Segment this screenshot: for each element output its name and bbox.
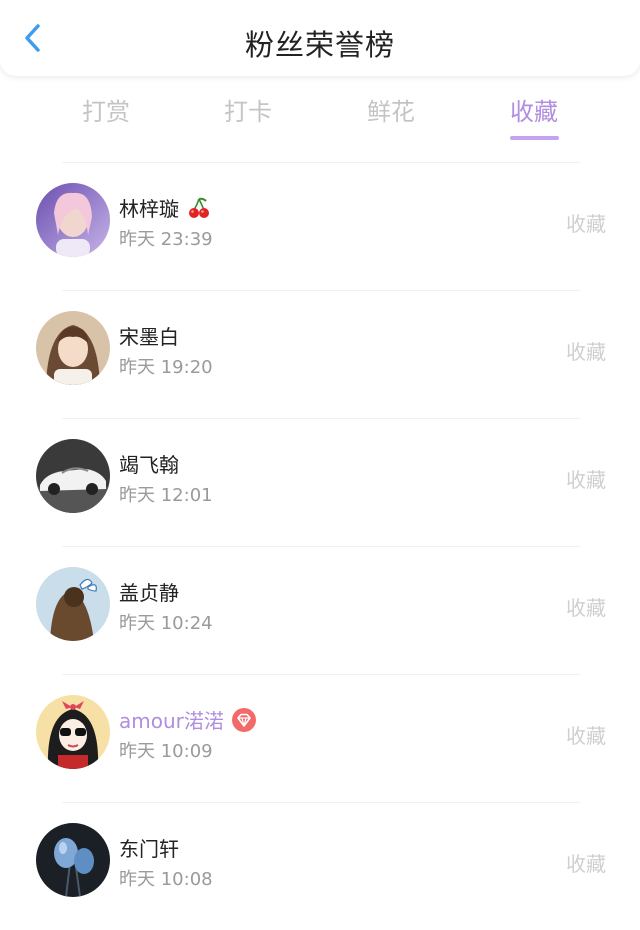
favorite-label[interactable]: 收藏 — [566, 464, 606, 493]
tab-reward[interactable]: 打赏 — [61, 92, 151, 127]
list-item[interactable]: 林梓璇 昨天 23:39 收藏 — [0, 163, 640, 290]
tab-checkin[interactable]: 打卡 — [203, 92, 293, 127]
favorite-label[interactable]: 收藏 — [566, 208, 606, 237]
user-name: 盖贞静 — [119, 581, 179, 605]
tab-favorites[interactable]: 收藏 — [489, 92, 579, 127]
list-item[interactable]: 东门轩 昨天 10:08 收藏 — [0, 803, 640, 930]
timestamp: 昨天 19:20 — [119, 357, 213, 378]
favorite-label[interactable]: 收藏 — [566, 336, 606, 365]
fan-list: 林梓璇 昨天 23:39 收藏 宋墨白 昨天 19:20 收藏 竭飞翰 昨天 1… — [0, 162, 640, 930]
timestamp: 昨天 12:01 — [119, 485, 213, 506]
favorite-label[interactable]: 收藏 — [566, 592, 606, 621]
avatar[interactable] — [36, 439, 110, 513]
user-name: 东门轩 — [119, 837, 179, 861]
list-item[interactable]: 盖贞静 昨天 10:24 收藏 — [0, 547, 640, 674]
tab-flowers[interactable]: 鲜花 — [346, 92, 436, 127]
timestamp: 昨天 10:09 — [119, 741, 213, 762]
cherry-icon — [187, 196, 211, 220]
page-title: 粉丝荣誉榜 — [244, 28, 395, 62]
avatar[interactable] — [36, 823, 110, 897]
list-item[interactable]: amour渃渃 昨天 10:09 收藏 — [0, 675, 640, 802]
user-name: 宋墨白 — [119, 325, 179, 349]
timestamp: 昨天 10:24 — [119, 613, 213, 634]
favorite-label[interactable]: 收藏 — [566, 848, 606, 877]
user-name: 林梓璇 — [119, 193, 211, 222]
avatar[interactable] — [36, 311, 110, 385]
avatar[interactable] — [36, 567, 110, 641]
top-bar: 粉丝荣誉榜 — [0, 0, 640, 76]
active-tab-indicator — [510, 136, 559, 140]
timestamp: 昨天 23:39 — [119, 229, 213, 250]
list-item[interactable]: 竭飞翰 昨天 12:01 收藏 — [0, 419, 640, 546]
list-item[interactable]: 宋墨白 昨天 19:20 收藏 — [0, 291, 640, 418]
avatar[interactable] — [36, 695, 110, 769]
user-name: amour渃渃 — [119, 705, 256, 734]
diamond-vip-icon — [231, 708, 256, 732]
user-name: 竭飞翰 — [119, 453, 179, 477]
avatar[interactable] — [36, 183, 110, 257]
timestamp: 昨天 10:08 — [119, 869, 213, 890]
favorite-label[interactable]: 收藏 — [566, 720, 606, 749]
